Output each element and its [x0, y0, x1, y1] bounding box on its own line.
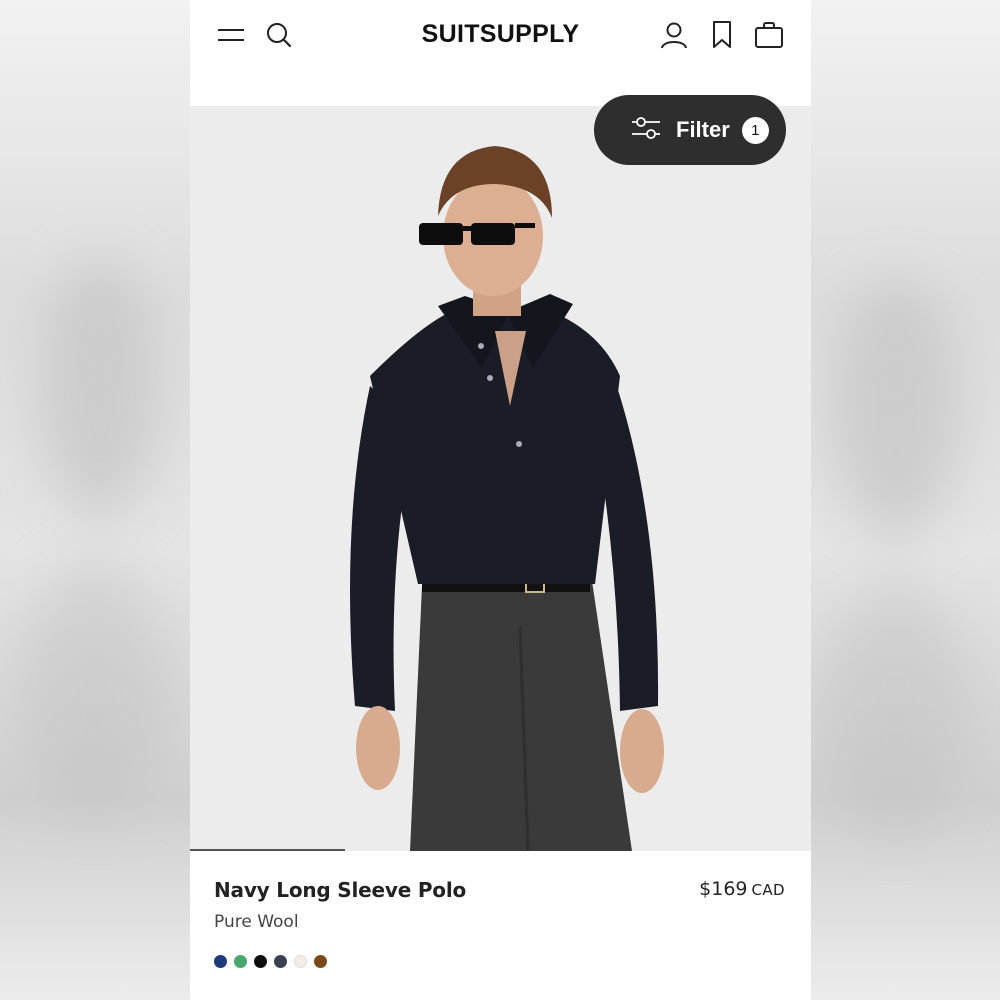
price-currency: CAD: [751, 881, 785, 899]
filter-button[interactable]: Filter 1: [594, 95, 786, 165]
color-swatch[interactable]: [274, 955, 287, 968]
price-amount: $169: [699, 878, 748, 900]
app-screen: SUITSUPPLY Filter 1 Navy Long Sleeve Pol…: [190, 0, 811, 1000]
filter-count-badge: 1: [741, 116, 769, 144]
color-swatch[interactable]: [314, 955, 327, 968]
model-photo: [190, 106, 811, 851]
gallery-progress-bar: [190, 849, 346, 851]
color-swatch[interactable]: [254, 955, 267, 968]
product-material: Pure Wool: [214, 912, 299, 932]
top-header: SUITSUPPLY: [190, 0, 811, 106]
product-name[interactable]: Navy Long Sleeve Polo: [214, 878, 466, 902]
product-price: $169 CAD: [699, 878, 785, 900]
product-image[interactable]: [190, 106, 811, 851]
bookmark-icon[interactable]: [705, 18, 739, 52]
blurred-background-right: [811, 0, 1000, 1000]
color-swatch[interactable]: [214, 955, 227, 968]
user-icon[interactable]: [657, 18, 691, 52]
color-swatch[interactable]: [234, 955, 247, 968]
blurred-background-left: [0, 0, 190, 1000]
sliders-icon: [630, 115, 662, 146]
filter-label: Filter: [676, 117, 730, 142]
color-swatches: [214, 955, 327, 968]
color-swatch[interactable]: [294, 955, 307, 968]
shopping-bag-icon[interactable]: [752, 18, 786, 52]
